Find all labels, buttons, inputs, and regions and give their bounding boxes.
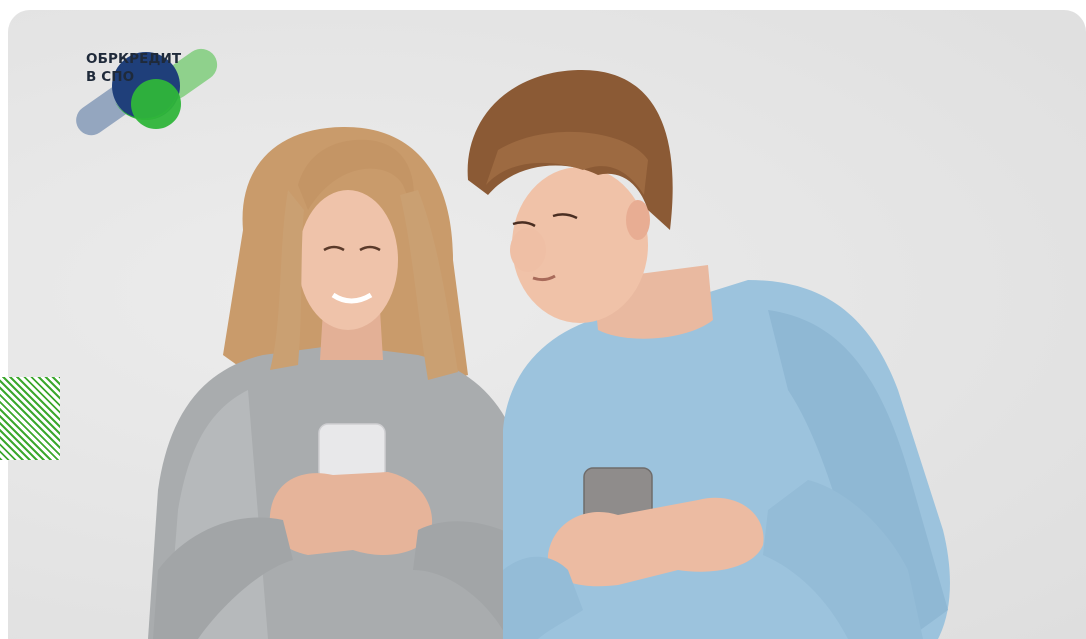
hero-card: ОБРКРЕДИТ В СПО (8, 10, 1086, 639)
girl-figure (148, 126, 528, 639)
logo-line-1: ОБРКРЕДИТ (86, 51, 182, 67)
boy-figure (467, 69, 950, 639)
decorative-stripes (0, 377, 60, 460)
logo-line-2: В СПО (86, 69, 135, 85)
logo-text: ОБРКРЕДИТ В СПО (86, 50, 181, 86)
